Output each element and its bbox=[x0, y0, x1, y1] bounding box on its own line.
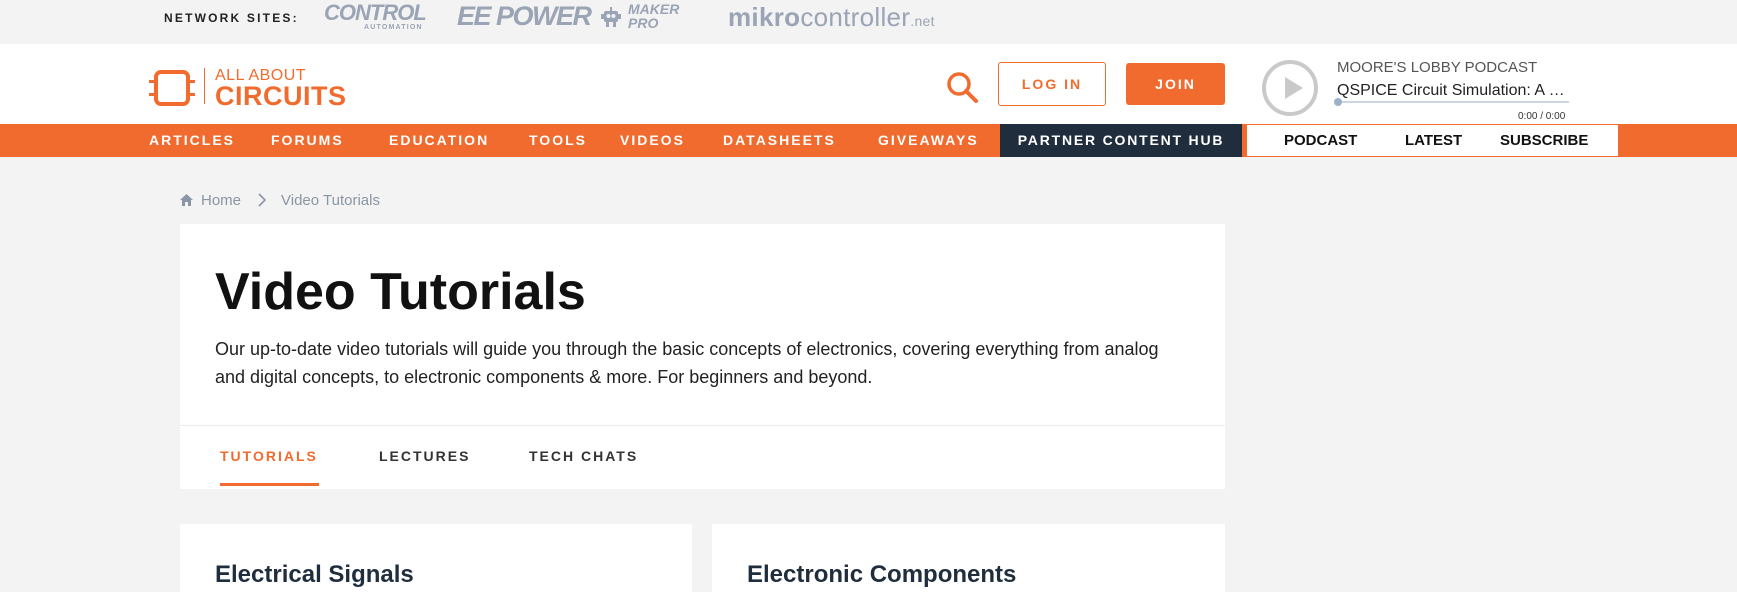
nav-item-tools[interactable]: TOOLS bbox=[529, 124, 587, 157]
intro-card: Video Tutorials Our up-to-date video tut… bbox=[180, 224, 1225, 489]
site-header: ALL ABOUT CIRCUITS LOG IN JOIN MOORE'S L… bbox=[0, 44, 1737, 124]
nav-item-education[interactable]: EDUCATION bbox=[389, 124, 489, 157]
podcast-nav-group: PODCAST LATEST SUBSCRIBE bbox=[1246, 124, 1619, 157]
join-button[interactable]: JOIN bbox=[1126, 63, 1225, 105]
main-nav: ARTICLES FORUMS EDUCATION TOOLS VIDEOS D… bbox=[0, 124, 1737, 157]
breadcrumb-current: Video Tutorials bbox=[281, 191, 380, 209]
nav-item-forums[interactable]: FORUMS bbox=[271, 124, 344, 157]
category-card[interactable]: Electrical Signals bbox=[180, 524, 692, 592]
chip-icon bbox=[149, 70, 195, 106]
maker-pro-logo-line1: MAKER bbox=[628, 1, 680, 17]
podcast-player: MOORE'S LOBBY PODCAST QSPICE Circuit Sim… bbox=[1262, 58, 1572, 122]
control-automation-logo-sub: AUTOMATION bbox=[363, 24, 423, 31]
podcast-nav-subscribe[interactable]: SUBSCRIBE bbox=[1500, 125, 1588, 156]
podcast-progress-knob[interactable] bbox=[1334, 98, 1342, 106]
category-title[interactable]: Electrical Signals bbox=[215, 561, 414, 589]
logo-text-bottom: CIRCUITS bbox=[215, 81, 347, 111]
category-card[interactable]: Electronic Components bbox=[712, 524, 1225, 592]
chevron-right-icon bbox=[258, 193, 267, 207]
mikrocontroller-logo-suffix: .net bbox=[910, 13, 935, 29]
page-title: Video Tutorials bbox=[215, 263, 586, 321]
tab-lectures[interactable]: LECTURES bbox=[379, 448, 470, 464]
podcast-progress-track[interactable] bbox=[1337, 101, 1569, 103]
control-automation-logo[interactable]: CONTROL AUTOMATION bbox=[324, 0, 427, 32]
tab-tech-chats[interactable]: TECH CHATS bbox=[529, 448, 638, 464]
category-title[interactable]: Electronic Components bbox=[747, 561, 1016, 589]
nav-partner-content-hub[interactable]: PARTNER CONTENT HUB bbox=[1000, 124, 1242, 157]
podcast-nav-latest[interactable]: LATEST bbox=[1405, 125, 1462, 156]
mikrocontroller-logo-regular: controller bbox=[800, 2, 911, 32]
network-sites-bar: NETWORK SITES: CONTROL AUTOMATION EE POW… bbox=[0, 0, 1737, 44]
home-icon bbox=[180, 194, 193, 206]
search-icon bbox=[947, 72, 978, 103]
play-icon bbox=[1285, 77, 1303, 99]
podcast-episode-title[interactable]: QSPICE Circuit Simulation: A Spic... bbox=[1337, 82, 1569, 100]
breadcrumb: Home Video Tutorials bbox=[180, 190, 380, 210]
control-automation-logo-main: CONTROL bbox=[324, 0, 427, 25]
breadcrumb-home[interactable]: Home bbox=[201, 192, 241, 209]
nav-item-articles[interactable]: ARTICLES bbox=[149, 124, 235, 157]
nav-item-videos[interactable]: VIDEOS bbox=[620, 124, 685, 157]
search-button[interactable] bbox=[944, 70, 980, 106]
mikrocontroller-logo-bold: mikro bbox=[728, 2, 801, 32]
network-sites-label: NETWORK SITES: bbox=[164, 11, 299, 25]
tab-tutorials[interactable]: TUTORIALS bbox=[220, 448, 318, 464]
page-description: Our up-to-date video tutorials will guid… bbox=[215, 339, 1159, 387]
play-button[interactable] bbox=[1262, 60, 1318, 116]
maker-pro-logo-line2: PRO bbox=[628, 15, 659, 31]
login-button[interactable]: LOG IN bbox=[998, 62, 1106, 106]
robot-icon bbox=[601, 7, 621, 27]
logo-divider bbox=[204, 68, 205, 104]
all-about-circuits-logo[interactable]: ALL ABOUT CIRCUITS bbox=[149, 62, 355, 111]
nav-item-giveaways[interactable]: GIVEAWAYS bbox=[878, 124, 979, 157]
active-tab-underline bbox=[220, 483, 319, 486]
tab-divider bbox=[180, 425, 1225, 426]
mikrocontroller-logo[interactable]: mikrocontroller.net bbox=[728, 2, 935, 33]
ee-power-logo[interactable]: EE POWER bbox=[457, 1, 592, 32]
podcast-name[interactable]: MOORE'S LOBBY PODCAST bbox=[1337, 59, 1537, 76]
podcast-time: 0:00 / 0:00 bbox=[1518, 111, 1566, 122]
podcast-nav-podcast[interactable]: PODCAST bbox=[1284, 125, 1357, 156]
nav-item-datasheets[interactable]: DATASHEETS bbox=[723, 124, 836, 157]
